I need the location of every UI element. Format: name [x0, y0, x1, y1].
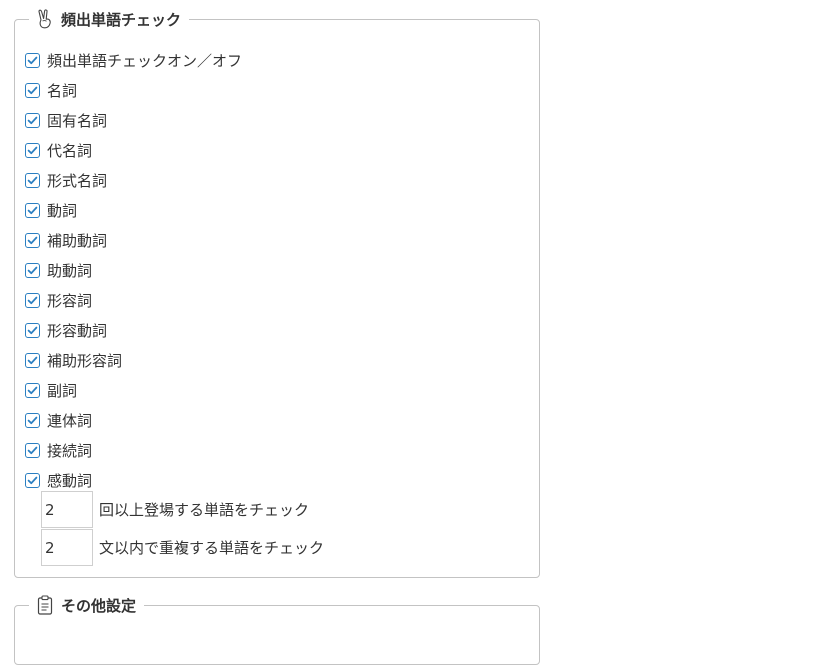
min-count-row: 回以上登場する単語をチェック [41, 491, 309, 528]
checkbox[interactable] [25, 82, 40, 98]
checkmark-icon [27, 86, 38, 94]
checkbox[interactable] [25, 142, 40, 158]
checkbox-label: 名詞 [47, 81, 78, 100]
pos-checkbox-item[interactable]: 助動詞 [25, 255, 242, 285]
checkbox[interactable] [25, 352, 40, 368]
other-settings-fieldset: その他設定 [14, 594, 540, 665]
duplicate-range-row: 文以内で重複する単語をチェック [41, 529, 324, 566]
checkbox-label: 接続詞 [47, 441, 93, 460]
other-settings-title: その他設定 [61, 596, 137, 615]
checkbox-label: 助動詞 [47, 261, 93, 280]
checkbox-label: 形容動詞 [47, 321, 108, 340]
checkbox-label: 固有名詞 [47, 111, 108, 130]
pos-checkbox-item[interactable]: 名詞 [25, 75, 242, 105]
frequent-words-fieldset: 頻出単語チェック 頻出単語チェックオン／オフ 名詞固有名詞代名詞形式名詞動詞補助動… [14, 8, 540, 578]
checkbox[interactable] [25, 52, 40, 68]
checkmark-icon [27, 146, 38, 154]
checkbox[interactable] [25, 112, 40, 128]
checkbox-label: 副詞 [47, 381, 78, 400]
min-count-input[interactable] [41, 491, 93, 528]
checkbox-label: 頻出単語チェックオン／オフ [47, 51, 243, 70]
pos-checkbox-item[interactable]: 形式名詞 [25, 165, 242, 195]
pos-checkbox-item[interactable]: 接続詞 [25, 435, 242, 465]
checkbox-label: 補助動詞 [47, 231, 108, 250]
checkmark-icon [27, 476, 38, 484]
checkbox-label: 形式名詞 [47, 171, 108, 190]
checkbox-label: 連体詞 [47, 411, 93, 430]
checkmark-icon [27, 116, 38, 124]
checkmark-icon [27, 416, 38, 424]
checkbox[interactable] [25, 202, 40, 218]
checkmark-icon [27, 176, 38, 184]
checkmark-icon [27, 296, 38, 304]
checkbox[interactable] [25, 442, 40, 458]
checkbox[interactable] [25, 382, 40, 398]
pos-checkbox-item[interactable]: 動詞 [25, 195, 242, 225]
checkbox[interactable] [25, 262, 40, 278]
pos-checkbox-item[interactable]: 形容詞 [25, 285, 242, 315]
checkbox-label: 動詞 [47, 201, 78, 220]
clipboard-icon [35, 595, 55, 615]
checkbox[interactable] [25, 472, 40, 488]
checkmark-icon [27, 326, 38, 334]
checkmark-icon [27, 386, 38, 394]
min-count-label: 回以上登場する単語をチェック [99, 501, 310, 519]
pos-checkbox-item[interactable]: 頻出単語チェックオン／オフ [25, 45, 242, 75]
checkbox-label: 感動詞 [47, 471, 93, 490]
frequent-words-legend: 頻出単語チェック [29, 8, 190, 30]
checkbox-label: 形容詞 [47, 291, 93, 310]
pos-checkbox-item[interactable]: 補助形容詞 [25, 345, 242, 375]
checkbox[interactable] [25, 322, 40, 338]
pos-checkbox-item[interactable]: 固有名詞 [25, 105, 242, 135]
checkbox[interactable] [25, 232, 40, 248]
checkmark-icon [27, 266, 38, 274]
pos-checkbox-item[interactable]: 連体詞 [25, 405, 242, 435]
duplicate-range-input[interactable] [41, 529, 93, 566]
checkbox-label: 補助形容詞 [47, 351, 123, 370]
checkmark-icon [27, 206, 38, 214]
checkbox[interactable] [25, 292, 40, 308]
duplicate-range-label: 文以内で重複する単語をチェック [99, 539, 325, 557]
checkbox-label: 代名詞 [47, 141, 93, 160]
checkmark-icon [27, 236, 38, 244]
pos-checkbox-item[interactable]: 副詞 [25, 375, 242, 405]
pos-checkbox-item[interactable]: 形容動詞 [25, 315, 242, 345]
other-settings-legend: その他設定 [29, 594, 145, 616]
victory-hand-icon [35, 9, 55, 29]
checkmark-icon [27, 446, 38, 454]
checkbox[interactable] [25, 172, 40, 188]
checkmark-icon [27, 356, 38, 364]
frequent-words-title: 頻出単語チェック [61, 10, 182, 29]
pos-checkbox-item[interactable]: 補助動詞 [25, 225, 242, 255]
checkbox[interactable] [25, 412, 40, 428]
pos-checkbox-list: 頻出単語チェックオン／オフ 名詞固有名詞代名詞形式名詞動詞補助動詞助動詞形容詞形容… [25, 45, 242, 495]
pos-checkbox-item[interactable]: 代名詞 [25, 135, 242, 165]
checkmark-icon [27, 56, 38, 64]
